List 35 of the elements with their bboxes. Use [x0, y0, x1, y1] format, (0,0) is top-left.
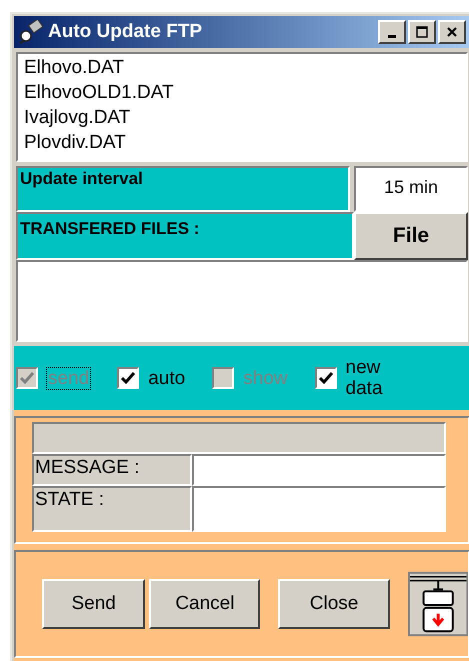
check-icon [20, 372, 34, 384]
transferred-list[interactable] [16, 260, 468, 342]
file-item[interactable]: Ivajlovg.DAT [24, 105, 460, 130]
action-button[interactable]: Send [42, 579, 146, 629]
maximize-button[interactable] [408, 20, 436, 44]
checkbox-label: show [242, 366, 289, 390]
checkbox[interactable] [117, 367, 140, 389]
interval-label: Update interval [16, 166, 350, 212]
transfer-device-icon[interactable] [408, 571, 468, 637]
minimize-button[interactable] [378, 20, 406, 44]
checkbox-label: send [46, 366, 92, 390]
transferred-label: TRANSFERED FILES : [16, 212, 354, 260]
file-list[interactable]: Elhovo.DAT ElhovoOLD1.DAT Ivajlovg.DAT Plovdiv.DAT [16, 52, 468, 162]
file-item[interactable]: Elhovo.DAT [24, 55, 460, 80]
minimize-icon [388, 34, 396, 38]
checkbox-label: auto [147, 366, 186, 390]
interval-field[interactable]: 15 min [354, 166, 468, 212]
close-button[interactable] [438, 20, 466, 44]
status-field[interactable] [192, 454, 446, 486]
file-button[interactable]: File [354, 212, 468, 260]
check-icon [121, 372, 136, 384]
satellite-icon [18, 20, 44, 44]
checkbox[interactable] [314, 367, 337, 389]
action-button[interactable]: Cancel [149, 579, 260, 629]
status-field[interactable] [192, 486, 446, 532]
status-label: MESSAGE : [32, 454, 192, 486]
window-title: Auto Update FTP [48, 20, 204, 44]
action-button[interactable]: Close [278, 579, 390, 629]
file-item[interactable]: ElhovoOLD1.DAT [24, 80, 460, 105]
check-icon [318, 372, 333, 384]
status-label: STATE : [32, 486, 192, 532]
checkbox-label: new data [344, 356, 384, 400]
maximize-icon [416, 26, 428, 38]
file-item[interactable]: Plovdiv.DAT [24, 130, 460, 155]
close-icon [446, 26, 458, 38]
